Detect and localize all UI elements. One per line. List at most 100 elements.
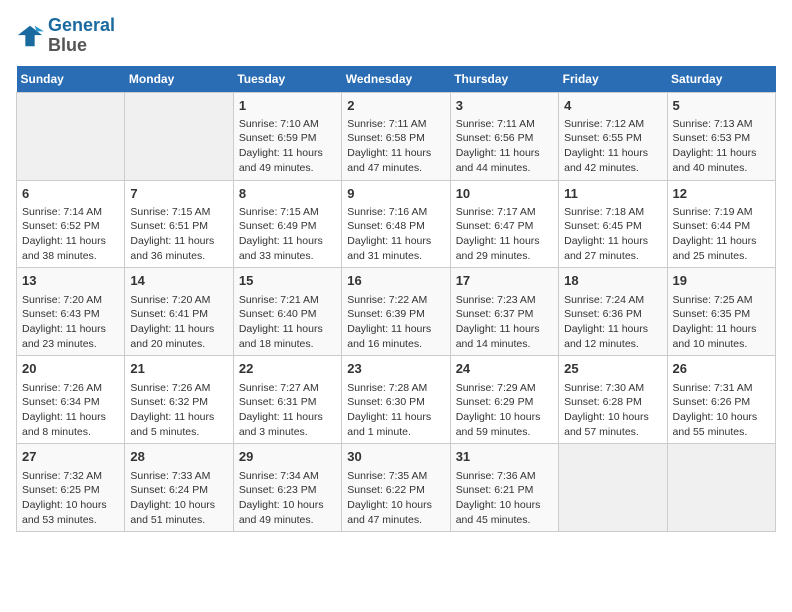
- calendar-cell: 23 Sunrise: 7:28 AMSunset: 6:30 PMDayligh…: [342, 356, 450, 444]
- calendar-header-row: SundayMondayTuesdayWednesdayThursdayFrid…: [17, 66, 776, 93]
- page-header: General Blue: [16, 16, 776, 56]
- calendar-cell: 2 Sunrise: 7:11 AMSunset: 6:58 PMDaylight…: [342, 92, 450, 180]
- calendar-cell: 21 Sunrise: 7:26 AMSunset: 6:32 PMDayligh…: [125, 356, 233, 444]
- calendar-cell: 6 Sunrise: 7:14 AMSunset: 6:52 PMDaylight…: [17, 180, 125, 268]
- calendar-cell: 16 Sunrise: 7:22 AMSunset: 6:39 PMDayligh…: [342, 268, 450, 356]
- calendar-cell: 19 Sunrise: 7:25 AMSunset: 6:35 PMDayligh…: [667, 268, 775, 356]
- cell-info: Sunrise: 7:10 AMSunset: 6:59 PMDaylight:…: [239, 117, 336, 176]
- calendar-cell: 27Sunrise: 7:32 AMSunset: 6:25 PMDayligh…: [17, 444, 125, 532]
- cell-date-number: 28: [130, 448, 227, 466]
- cell-date-number: 9: [347, 185, 444, 203]
- calendar-cell: 12Sunrise: 7:19 AMSunset: 6:44 PMDayligh…: [667, 180, 775, 268]
- calendar-cell: [559, 444, 667, 532]
- calendar-day-header: Thursday: [450, 66, 558, 93]
- cell-date-number: 24: [456, 360, 553, 378]
- cell-date-number: 20: [22, 360, 119, 378]
- calendar-cell: 3 Sunrise: 7:11 AMSunset: 6:56 PMDaylight…: [450, 92, 558, 180]
- cell-date-number: 29: [239, 448, 336, 466]
- calendar-cell: [667, 444, 775, 532]
- calendar-cell: 8 Sunrise: 7:15 AMSunset: 6:49 PMDaylight…: [233, 180, 341, 268]
- calendar-day-header: Monday: [125, 66, 233, 93]
- cell-date-number: 4: [564, 97, 661, 115]
- logo-text: General Blue: [48, 16, 115, 56]
- calendar-cell: 26 Sunrise: 7:31 AMSunset: 6:26 PMDayligh…: [667, 356, 775, 444]
- calendar-week-row: 1Sunrise: 7:10 AMSunset: 6:59 PMDaylight…: [17, 92, 776, 180]
- calendar-cell: 10 Sunrise: 7:17 AMSunset: 6:47 PMDayligh…: [450, 180, 558, 268]
- cell-date-number: 16: [347, 272, 444, 290]
- cell-info: Sunrise: 7:24 AMSunset: 6:36 PMDaylight:…: [564, 293, 661, 352]
- calendar-cell: 15Sunrise: 7:21 AMSunset: 6:40 PMDayligh…: [233, 268, 341, 356]
- calendar-cell: 5Sunrise: 7:13 AMSunset: 6:53 PMDaylight…: [667, 92, 775, 180]
- cell-date-number: 18: [564, 272, 661, 290]
- cell-date-number: 31: [456, 448, 553, 466]
- cell-info: Sunrise: 7:33 AMSunset: 6:24 PMDaylight:…: [130, 469, 227, 528]
- calendar-cell: 9 Sunrise: 7:16 AMSunset: 6:48 PMDaylight…: [342, 180, 450, 268]
- calendar-cell: 18 Sunrise: 7:24 AMSunset: 6:36 PMDayligh…: [559, 268, 667, 356]
- cell-info: Sunrise: 7:14 AMSunset: 6:52 PMDaylight:…: [22, 205, 119, 264]
- cell-date-number: 21: [130, 360, 227, 378]
- cell-info: Sunrise: 7:11 AMSunset: 6:58 PMDaylight:…: [347, 117, 444, 176]
- cell-info: Sunrise: 7:27 AMSunset: 6:31 PMDaylight:…: [239, 381, 336, 440]
- calendar-cell: 22 Sunrise: 7:27 AMSunset: 6:31 PMDayligh…: [233, 356, 341, 444]
- calendar-cell: 7 Sunrise: 7:15 AMSunset: 6:51 PMDaylight…: [125, 180, 233, 268]
- logo: General Blue: [16, 16, 115, 56]
- cell-info: Sunrise: 7:16 AMSunset: 6:48 PMDaylight:…: [347, 205, 444, 264]
- calendar-day-header: Saturday: [667, 66, 775, 93]
- calendar-body: 1Sunrise: 7:10 AMSunset: 6:59 PMDaylight…: [17, 92, 776, 532]
- cell-info: Sunrise: 7:36 AMSunset: 6:21 PMDaylight:…: [456, 469, 553, 528]
- calendar-cell: 1Sunrise: 7:10 AMSunset: 6:59 PMDaylight…: [233, 92, 341, 180]
- calendar-week-row: 6 Sunrise: 7:14 AMSunset: 6:52 PMDaylight…: [17, 180, 776, 268]
- cell-date-number: 2: [347, 97, 444, 115]
- calendar-cell: 30Sunrise: 7:35 AMSunset: 6:22 PMDayligh…: [342, 444, 450, 532]
- cell-date-number: 14: [130, 272, 227, 290]
- cell-info: Sunrise: 7:17 AMSunset: 6:47 PMDaylight:…: [456, 205, 553, 264]
- cell-info: Sunrise: 7:26 AMSunset: 6:34 PMDaylight:…: [22, 381, 119, 440]
- calendar-day-header: Wednesday: [342, 66, 450, 93]
- cell-info: Sunrise: 7:34 AMSunset: 6:23 PMDaylight:…: [239, 469, 336, 528]
- calendar-cell: 31 Sunrise: 7:36 AMSunset: 6:21 PMDayligh…: [450, 444, 558, 532]
- cell-date-number: 3: [456, 97, 553, 115]
- cell-date-number: 8: [239, 185, 336, 203]
- cell-date-number: 13: [22, 272, 119, 290]
- calendar-cell: [125, 92, 233, 180]
- calendar-cell: 17Sunrise: 7:23 AMSunset: 6:37 PMDayligh…: [450, 268, 558, 356]
- cell-date-number: 7: [130, 185, 227, 203]
- cell-info: Sunrise: 7:35 AMSunset: 6:22 PMDaylight:…: [347, 469, 444, 528]
- cell-info: Sunrise: 7:32 AMSunset: 6:25 PMDaylight:…: [22, 469, 119, 528]
- calendar-week-row: 13 Sunrise: 7:20 AMSunset: 6:43 PMDayligh…: [17, 268, 776, 356]
- cell-info: Sunrise: 7:15 AMSunset: 6:51 PMDaylight:…: [130, 205, 227, 264]
- cell-info: Sunrise: 7:25 AMSunset: 6:35 PMDaylight:…: [673, 293, 770, 352]
- calendar-week-row: 27Sunrise: 7:32 AMSunset: 6:25 PMDayligh…: [17, 444, 776, 532]
- cell-info: Sunrise: 7:28 AMSunset: 6:30 PMDaylight:…: [347, 381, 444, 440]
- cell-date-number: 10: [456, 185, 553, 203]
- cell-info: Sunrise: 7:22 AMSunset: 6:39 PMDaylight:…: [347, 293, 444, 352]
- cell-info: Sunrise: 7:11 AMSunset: 6:56 PMDaylight:…: [456, 117, 553, 176]
- calendar-cell: 24 Sunrise: 7:29 AMSunset: 6:29 PMDayligh…: [450, 356, 558, 444]
- logo-icon: [16, 22, 44, 50]
- calendar-day-header: Friday: [559, 66, 667, 93]
- cell-info: Sunrise: 7:29 AMSunset: 6:29 PMDaylight:…: [456, 381, 553, 440]
- cell-info: Sunrise: 7:30 AMSunset: 6:28 PMDaylight:…: [564, 381, 661, 440]
- cell-date-number: 23: [347, 360, 444, 378]
- cell-date-number: 6: [22, 185, 119, 203]
- cell-date-number: 5: [673, 97, 770, 115]
- cell-date-number: 17: [456, 272, 553, 290]
- cell-date-number: 25: [564, 360, 661, 378]
- cell-info: Sunrise: 7:20 AMSunset: 6:41 PMDaylight:…: [130, 293, 227, 352]
- calendar-cell: 28 Sunrise: 7:33 AMSunset: 6:24 PMDayligh…: [125, 444, 233, 532]
- cell-info: Sunrise: 7:21 AMSunset: 6:40 PMDaylight:…: [239, 293, 336, 352]
- calendar-week-row: 20 Sunrise: 7:26 AMSunset: 6:34 PMDayligh…: [17, 356, 776, 444]
- calendar-cell: 14 Sunrise: 7:20 AMSunset: 6:41 PMDayligh…: [125, 268, 233, 356]
- calendar-cell: [17, 92, 125, 180]
- cell-info: Sunrise: 7:31 AMSunset: 6:26 PMDaylight:…: [673, 381, 770, 440]
- cell-date-number: 19: [673, 272, 770, 290]
- cell-date-number: 26: [673, 360, 770, 378]
- calendar-cell: 25 Sunrise: 7:30 AMSunset: 6:28 PMDayligh…: [559, 356, 667, 444]
- cell-date-number: 12: [673, 185, 770, 203]
- cell-date-number: 22: [239, 360, 336, 378]
- cell-info: Sunrise: 7:15 AMSunset: 6:49 PMDaylight:…: [239, 205, 336, 264]
- cell-info: Sunrise: 7:26 AMSunset: 6:32 PMDaylight:…: [130, 381, 227, 440]
- cell-date-number: 11: [564, 185, 661, 203]
- cell-info: Sunrise: 7:12 AMSunset: 6:55 PMDaylight:…: [564, 117, 661, 176]
- cell-info: Sunrise: 7:20 AMSunset: 6:43 PMDaylight:…: [22, 293, 119, 352]
